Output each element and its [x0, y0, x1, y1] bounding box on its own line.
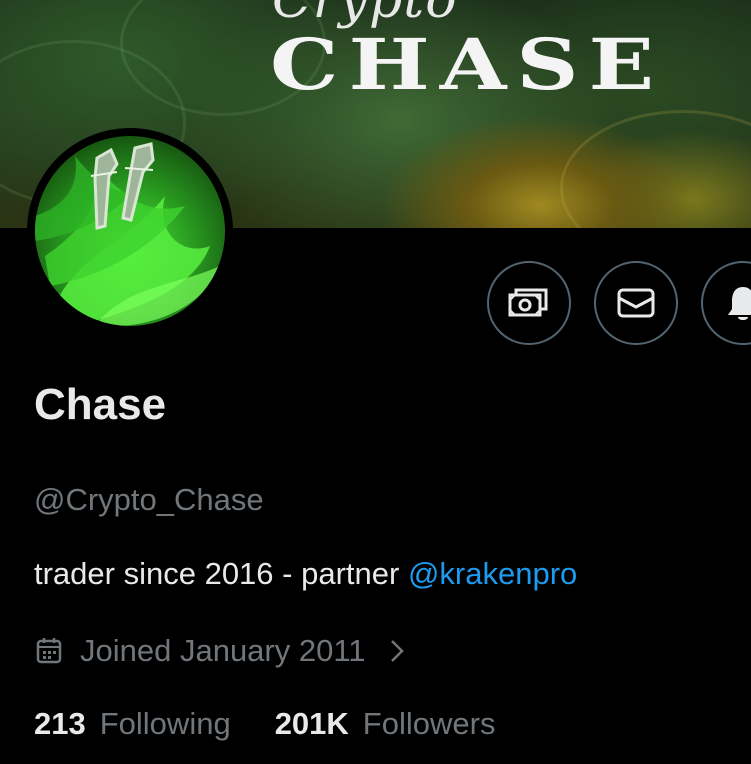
profile-handle: @Crypto_Chase	[34, 482, 264, 517]
avatar-image	[35, 136, 225, 326]
notifications-button[interactable]	[701, 261, 751, 345]
tip-button[interactable]	[487, 261, 571, 345]
followers-link[interactable]: 201K Followers	[275, 706, 496, 742]
joined-date-text: Joined January 2011	[80, 633, 366, 668]
joined-date-row[interactable]: Joined January 2011	[34, 630, 406, 672]
bio-mention-link[interactable]: @krakenpro	[408, 556, 577, 591]
following-count: 213	[34, 706, 86, 741]
mail-icon	[617, 288, 655, 318]
money-icon	[508, 288, 548, 317]
calendar-icon	[34, 636, 64, 666]
profile-bio: trader since 2016 - partner @krakenpro	[34, 556, 577, 592]
followers-label: Followers	[362, 706, 496, 741]
display-name: Chase	[34, 380, 167, 429]
chevron-right-icon	[388, 638, 406, 664]
avatar[interactable]	[27, 128, 233, 334]
profile-page: Crypto CHASE Chase @Crypto_Chase trader …	[0, 0, 751, 764]
following-label: Following	[99, 706, 231, 741]
message-button[interactable]	[594, 261, 678, 345]
following-link[interactable]: 213 Following	[34, 706, 231, 742]
dagger-art-icon	[35, 142, 220, 326]
follow-stats: 213 Following 201K Followers	[34, 706, 495, 742]
bell-icon	[728, 287, 751, 320]
followers-count: 201K	[274, 706, 349, 741]
bio-text: trader since 2016 - partner	[34, 556, 408, 591]
banner-title-text: CHASE	[270, 23, 665, 107]
